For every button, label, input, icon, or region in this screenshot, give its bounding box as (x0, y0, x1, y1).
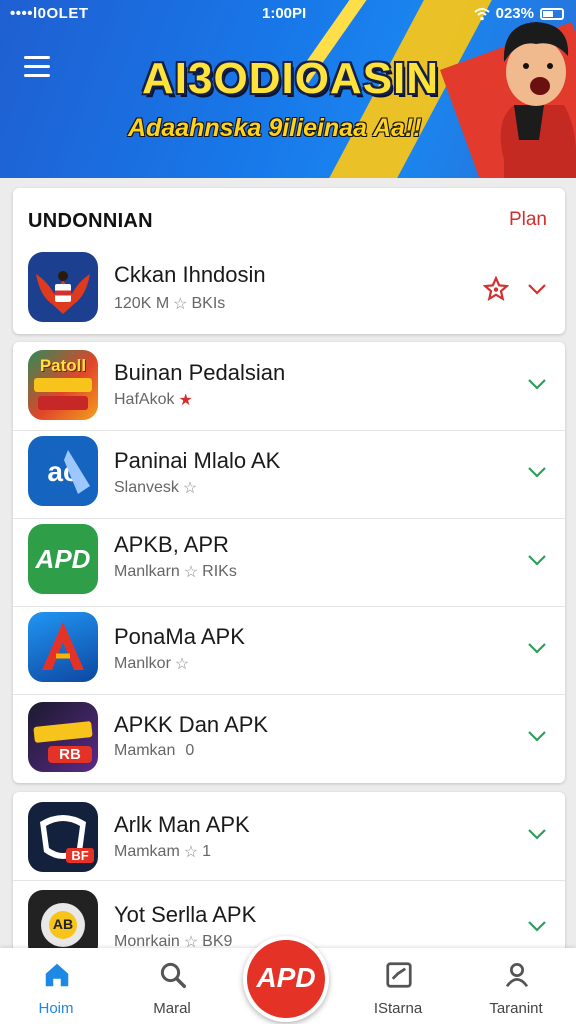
app-size: 120K M (114, 295, 170, 312)
app-icon-label: AB (52, 916, 74, 932)
app-meta: Manlkarn ☆ RIKs (114, 562, 237, 582)
app-icon: BF (28, 802, 98, 872)
app-name: Yot Serlla APK (114, 902, 257, 927)
chevron-down-icon[interactable] (525, 822, 549, 846)
app-meta: 120K M ☆ BKIs (114, 294, 225, 314)
app-name: APKK Dan APK (114, 712, 269, 737)
nav-label: Taranint (489, 1000, 543, 1017)
center-action-button[interactable]: APD (243, 936, 329, 1022)
app-meta: Mamkam ☆ 1 (114, 842, 211, 862)
app-icon: APD (28, 524, 98, 594)
star-icon: ☆ (183, 844, 199, 861)
chevron-down-icon[interactable] (525, 372, 549, 396)
fab-label: APD (256, 962, 316, 993)
app-icon: Patoll (28, 350, 98, 420)
app-developer: HafAkok (114, 391, 175, 408)
chevron-down-icon[interactable] (525, 548, 549, 572)
banner-title: AI3ODIOASIN (142, 54, 440, 103)
section-action-link[interactable]: Plan (509, 209, 547, 231)
list-item[interactable]: Ckkan Ihndosin 120K M ☆ BKIs (13, 244, 565, 332)
app-rating: BKIs (191, 295, 226, 312)
app-developer: Mamkam (114, 843, 180, 860)
mascot-illustration (500, 22, 576, 178)
app-icon-label: RB (48, 746, 92, 763)
app-icon (28, 612, 98, 682)
nav-label: Hoim (38, 1000, 74, 1017)
chevron-down-icon[interactable] (525, 914, 549, 938)
list-item[interactable]: PonaMa APK Manlkor ☆ (13, 606, 565, 695)
clock: 1:00PI (262, 5, 307, 22)
home-icon (45, 963, 69, 987)
app-name: PonaMa APK (114, 624, 245, 649)
nav-store[interactable]: IStarna (348, 948, 448, 1024)
list-item[interactable]: APD APKB, APR Manlkarn ☆ RIKs (13, 518, 565, 607)
star-icon: ★ (178, 392, 193, 409)
section-card-list: Patoll Buinan Pedalsian HafAkok ★ ac Pan… (13, 342, 565, 783)
app-name: Buinan Pedalsian (114, 360, 286, 385)
app-name: APKB, APR (114, 532, 229, 557)
nav-label: IStarna (373, 1000, 423, 1017)
app-meta: Manlkor ☆ (114, 654, 189, 674)
nav-label: Maral (153, 1000, 191, 1017)
search-icon (160, 962, 186, 988)
a-logo-icon (42, 622, 84, 670)
section-title: UNDONNIAN (28, 210, 153, 232)
nav-profile[interactable]: Taranint (466, 948, 566, 1024)
menu-icon[interactable] (24, 56, 50, 80)
app-icon: ac (28, 436, 98, 506)
nav-search[interactable]: Maral (122, 948, 222, 1024)
nav-home[interactable]: Hoim (6, 948, 106, 1024)
app-rating: RIKs (202, 563, 237, 580)
list-item[interactable]: BF Arlk Man APK Mamkam ☆ 1 (13, 792, 565, 881)
banner-subtitle: Adaahnska 9ilieinaa Aa!! (128, 114, 422, 142)
star-icon: ☆ (173, 296, 188, 313)
app-developer: Manlkarn (114, 563, 180, 580)
star-icon: ☆ (183, 564, 199, 581)
list-item[interactable]: RB APKK Dan APK Mamkan 0 (13, 694, 565, 782)
list-item[interactable]: ac Paninai Mlalo AK Slanvesk ☆ (13, 430, 565, 519)
star-icon: ☆ (182, 480, 198, 497)
carrier-label: ••••l0OLET (10, 5, 89, 22)
app-developer: Mamkan (114, 742, 176, 759)
store-icon (386, 962, 412, 988)
chevron-down-icon[interactable] (525, 724, 549, 748)
section-card-featured: UNDONNIAN Plan Ckkan Ihndosin 120K M ☆ B… (13, 188, 565, 334)
app-developer: Slanvesk (114, 479, 179, 496)
star-icon: ☆ (174, 656, 190, 673)
app-rating: 0 (185, 742, 195, 759)
app-developer: Manlkor (114, 655, 171, 672)
garuda-icon (36, 271, 90, 314)
chevron-down-icon[interactable] (525, 460, 549, 484)
app-name: Ckkan Ihndosin (114, 262, 266, 287)
chevron-down-icon[interactable] (525, 636, 549, 660)
profile-icon (505, 963, 529, 988)
app-icon: RB (28, 702, 98, 772)
app-icon (28, 252, 98, 322)
app-icon-label: Patoll (39, 356, 87, 375)
app-name: Paninai Mlalo AK (114, 448, 281, 473)
chevron-down-icon[interactable] (525, 277, 549, 301)
app-meta: Slanvesk ☆ (114, 478, 197, 498)
app-rating: 1 (202, 843, 212, 860)
list-item[interactable]: Patoll Buinan Pedalsian HafAkok ★ (13, 342, 565, 431)
header-banner: ••••l0OLET 1:00PI 023% AI3ODIOASIN Adaah… (0, 0, 576, 178)
app-meta: HafAkok ★ (114, 390, 193, 410)
app-icon-label: APD (35, 544, 91, 574)
app-meta: Mamkan 0 (114, 742, 194, 760)
app-name: Arlk Man APK (114, 812, 250, 837)
app-icon-label: BF (66, 848, 94, 863)
favorite-star-icon[interactable] (483, 276, 509, 302)
